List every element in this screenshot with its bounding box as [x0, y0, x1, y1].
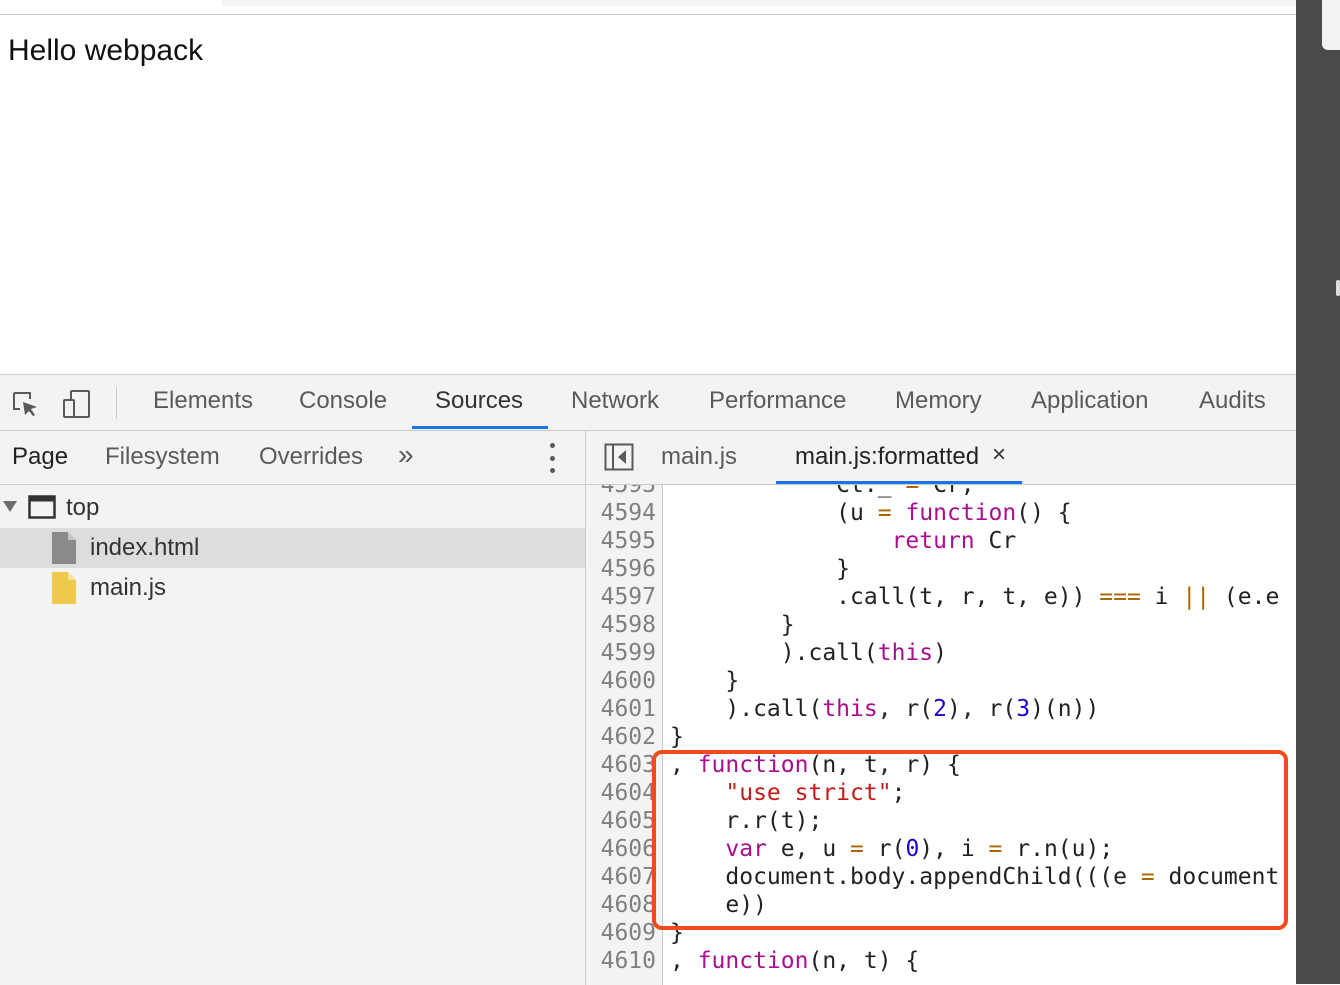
code-text: ).call(this, r(2), r(3)(n)) — [670, 696, 1100, 722]
code-line: 4602} — [586, 723, 1296, 751]
address-bar-edge — [222, 0, 1296, 6]
editor-tabs: main.js main.js:formatted × — [586, 431, 1296, 485]
line-number[interactable]: 4606 — [586, 835, 656, 863]
line-number[interactable]: 4594 — [586, 499, 656, 527]
code-text: } — [670, 612, 795, 638]
line-number[interactable]: 4604 — [586, 779, 656, 807]
tree-item-top[interactable]: top — [0, 488, 585, 528]
toggle-navigator-icon[interactable] — [604, 443, 634, 476]
tab-audits[interactable]: Audits — [1199, 387, 1266, 415]
active-editor-tab-indicator — [776, 481, 1022, 484]
code-text: Ct._ = Cr, — [670, 485, 975, 498]
line-number[interactable]: 4598 — [586, 611, 656, 639]
devtools-main-toolbar: Elements Console Sources Network Perform… — [0, 375, 1296, 431]
line-number[interactable]: 4595 — [586, 527, 656, 555]
line-number[interactable]: 4605 — [586, 807, 656, 835]
file-icon — [52, 532, 76, 569]
window-corner — [1322, 0, 1340, 50]
line-number[interactable]: 4603 — [586, 751, 656, 779]
tab-page[interactable]: Page — [12, 443, 68, 471]
toolbar-divider — [116, 387, 117, 419]
page-top-strip — [0, 0, 1296, 15]
tree-item-main-js[interactable]: main.js — [0, 568, 585, 608]
device-toolbar-icon[interactable] — [60, 387, 94, 421]
code-text: } — [670, 724, 684, 750]
tab-console[interactable]: Console — [299, 387, 387, 415]
tree-label-top: top — [66, 494, 100, 521]
line-number[interactable]: 4602 — [586, 723, 656, 751]
line-number[interactable]: 4599 — [586, 639, 656, 667]
expand-arrow-icon[interactable] — [2, 498, 18, 519]
tree-label-index-html: index.html — [90, 534, 200, 561]
code-line: 4610 , function(n, t) { — [586, 947, 1296, 975]
line-number[interactable]: 4610 — [586, 947, 656, 975]
tab-filesystem[interactable]: Filesystem — [105, 443, 220, 471]
code-line: 4597 .call(t, r, t, e)) === i || (e.e — [586, 583, 1296, 611]
line-number[interactable]: 4600 — [586, 667, 656, 695]
code-text: } — [670, 556, 851, 582]
line-number[interactable]: 4593 — [586, 485, 656, 499]
page-heading: Hello webpack — [8, 34, 204, 67]
code-text: , function(n, t) { — [670, 948, 920, 974]
tab-elements[interactable]: Elements — [153, 387, 253, 415]
inspect-element-icon[interactable] — [8, 387, 42, 421]
active-tab-indicator — [412, 426, 548, 429]
tab-overrides[interactable]: Overrides — [259, 443, 363, 471]
code-line: 4594 (u = function() { — [586, 499, 1296, 527]
code-line: 4600 } — [586, 667, 1296, 695]
code-text: (u = function() { — [670, 500, 1072, 526]
code-line: 4593 Ct._ = Cr, — [586, 485, 1296, 499]
editor-tab-main-js-formatted[interactable]: main.js:formatted — [795, 443, 979, 471]
close-tab-icon[interactable]: × — [992, 441, 1006, 469]
more-tabs-icon[interactable]: » — [398, 439, 414, 471]
more-options-icon[interactable] — [544, 443, 560, 473]
tree-item-index-html[interactable]: index.html — [0, 528, 585, 568]
code-text: ).call(this) — [670, 640, 947, 666]
highlight-annotation-box — [652, 750, 1288, 930]
line-number[interactable]: 4596 — [586, 555, 656, 583]
editor-tab-main-js[interactable]: main.js — [661, 443, 737, 471]
line-number[interactable]: 4607 — [586, 863, 656, 891]
line-number[interactable]: 4597 — [586, 583, 656, 611]
script-file-icon — [52, 572, 76, 609]
tab-performance[interactable]: Performance — [709, 387, 846, 415]
window-edge — [1296, 0, 1340, 984]
code-line: 4599 ).call(this) — [586, 639, 1296, 667]
navigator-tabs: Page Filesystem Overrides » — [0, 431, 585, 485]
frame-icon — [28, 495, 56, 524]
code-line: 4596 } — [586, 555, 1296, 583]
line-number[interactable]: 4601 — [586, 695, 656, 723]
code-line: 4601 ).call(this, r(2), r(3)(n)) — [586, 695, 1296, 723]
tab-memory[interactable]: Memory — [895, 387, 982, 415]
tab-application[interactable]: Application — [1031, 387, 1148, 415]
tab-network[interactable]: Network — [571, 387, 659, 415]
code-text: return Cr — [891, 528, 1017, 554]
code-line: 4598 } — [586, 611, 1296, 639]
line-number[interactable]: 4608 — [586, 891, 656, 919]
code-text: .call(t, r, t, e)) === i || (e.e — [670, 584, 1280, 610]
tree-label-main-js: main.js — [90, 574, 167, 601]
code-text: } — [670, 668, 740, 694]
window-edge-handle[interactable] — [1336, 280, 1340, 296]
sources-navigator: Page Filesystem Overrides » top index.ht… — [0, 431, 586, 985]
tab-sources[interactable]: Sources — [435, 387, 523, 415]
line-number[interactable]: 4609 — [586, 919, 656, 947]
code-line: 4595 return Cr — [586, 527, 1296, 555]
